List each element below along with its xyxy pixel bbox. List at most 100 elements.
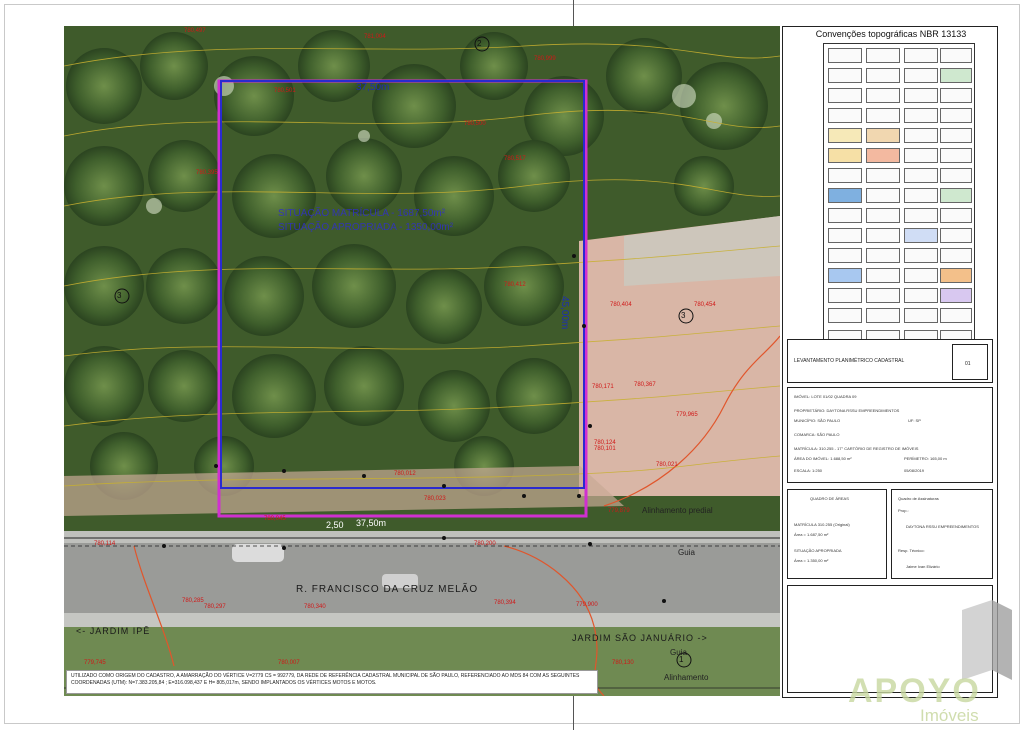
legend-symbol bbox=[904, 228, 938, 243]
alignment-label: Alinhamento predial bbox=[642, 506, 713, 515]
signatures-box: Quadro de Assinaturas Prop.: DAYTONA RSS… bbox=[891, 489, 993, 579]
survey-note: UTILIZADO COMO ORIGEM DO CADASTRO, A AMA… bbox=[66, 670, 598, 694]
elevation-label: 780,045 bbox=[264, 516, 286, 522]
property-municipio: MUNICÍPIO: SÃO PAULO bbox=[794, 418, 841, 423]
property-area: ÁREA DO IMÓVEL: 1.688,50 m² bbox=[794, 456, 852, 461]
legend-symbol bbox=[866, 128, 900, 143]
legend-symbol bbox=[904, 68, 938, 83]
plot-bottom-label: 37,50m bbox=[356, 518, 387, 528]
legend-symbol bbox=[828, 268, 862, 283]
area-label-apropriada: SITUAÇÃO APROPRIADA - 1350,00m² bbox=[278, 222, 454, 233]
aerial-map: 2 3 3 1 37,50m 37,50m 45,00m 2,50 SITUAÇ… bbox=[64, 26, 780, 696]
signatures-prop-label: Prop.: bbox=[898, 508, 909, 513]
legend-symbol bbox=[904, 108, 938, 123]
property-comarca: COMARCA: SÃO PAULO bbox=[794, 432, 840, 437]
legend-symbol bbox=[940, 288, 972, 303]
elevation-label: 780,395 bbox=[196, 170, 218, 176]
property-data: 05/08/2019 bbox=[904, 468, 925, 473]
legend-symbol bbox=[904, 148, 938, 163]
legend-symbol bbox=[940, 188, 972, 203]
elevation-label: 780,501 bbox=[274, 88, 296, 94]
marker-label: 3 bbox=[681, 311, 686, 320]
elevation-label: 780,517 bbox=[504, 156, 526, 162]
areas-box: QUADRO DE ÁREAS MATRÍCULA 310.255 (Origi… bbox=[787, 489, 887, 579]
legend-symbol bbox=[904, 248, 938, 263]
signatures-prop-name: DAYTONA RSSU EMPREENDIMENTOS bbox=[906, 524, 979, 529]
signatures-title: Quadro de Assinaturas bbox=[898, 496, 939, 501]
brand-sub: Imóveis bbox=[920, 706, 979, 725]
areas-apropriada-value: Área = 1.350,00 m² bbox=[794, 558, 829, 563]
signatures-tec-label: Resp. Técnico: bbox=[898, 548, 925, 553]
elevation-label: 780,394 bbox=[494, 600, 516, 606]
property-perimetro: PERÍMETRO: 165,00 m bbox=[904, 456, 947, 461]
title-box: LEVANTAMENTO PLANIMÉTRICO CADASTRAL 01 bbox=[787, 339, 993, 383]
legend-symbol bbox=[866, 268, 900, 283]
legend-symbol bbox=[904, 288, 938, 303]
legend-symbols bbox=[823, 43, 975, 357]
elevation-label: 780,454 bbox=[694, 302, 716, 308]
marker-label: 3 bbox=[117, 291, 122, 300]
elevation-label: 781,004 bbox=[364, 34, 386, 40]
elevation-label: 779,900 bbox=[576, 602, 598, 608]
legend-symbol bbox=[940, 68, 972, 83]
plot-width-label: 37,50m bbox=[356, 82, 390, 93]
document-title: LEVANTAMENTO PLANIMÉTRICO CADASTRAL bbox=[794, 358, 905, 364]
legend-symbol bbox=[828, 308, 862, 323]
guia-label-bottom: Guia bbox=[670, 648, 687, 657]
elevation-label: 780,114 bbox=[94, 541, 116, 547]
elevation-label: 779,965 bbox=[676, 412, 698, 418]
plot-side-label: 45,00m bbox=[559, 296, 570, 330]
legend-symbol bbox=[828, 48, 862, 63]
property-matricula: MATRÍCULA: 310.255 - 17° CARTÓRIO DE REG… bbox=[794, 446, 919, 451]
legend-symbol bbox=[940, 108, 972, 123]
signatures-tec-name: Jaime Ivan Elizário bbox=[906, 564, 940, 569]
elevation-label: 780,200 bbox=[474, 541, 496, 547]
elevation-label: 780,367 bbox=[634, 382, 656, 388]
legend-symbol bbox=[940, 148, 972, 163]
areas-matricula-value: Área = 1.687,50 m² bbox=[794, 532, 829, 537]
street-asphalt bbox=[64, 543, 780, 613]
elevation-label: 780,412 bbox=[504, 282, 526, 288]
legend-symbol bbox=[940, 128, 972, 143]
elevation-label: 780,171 bbox=[592, 384, 614, 390]
elevation-label: 780,007 bbox=[278, 660, 300, 666]
elevation-label: 780,101 bbox=[594, 446, 616, 452]
legend-symbol bbox=[940, 168, 972, 183]
elevation-label: 780,340 bbox=[304, 604, 326, 610]
areas-matricula-label: MATRÍCULA 310.255 (Original) bbox=[794, 522, 850, 527]
sheet-number-box: 01 bbox=[952, 344, 988, 380]
legend-symbol bbox=[828, 248, 862, 263]
legend-symbol bbox=[828, 128, 862, 143]
legend-symbol bbox=[828, 148, 862, 163]
sheet-number: 01 bbox=[965, 361, 971, 367]
neighborhood-right: JARDIM SÃO JANUÁRIO -> bbox=[572, 633, 708, 643]
neighborhood-left: <- JARDIM IPÊ bbox=[76, 626, 151, 636]
elevation-label: 779,745 bbox=[84, 660, 106, 666]
legend-symbol bbox=[904, 48, 938, 63]
legend-symbol bbox=[904, 208, 938, 223]
legend-symbol bbox=[828, 188, 862, 203]
legend-symbol bbox=[828, 208, 862, 223]
legend-symbol bbox=[904, 88, 938, 103]
elevation-label: 780,130 bbox=[612, 660, 634, 666]
legend-symbol bbox=[940, 208, 972, 223]
legend-symbol bbox=[866, 248, 900, 263]
legend-symbol bbox=[828, 288, 862, 303]
legend-symbol bbox=[866, 48, 900, 63]
areas-title: QUADRO DE ÁREAS bbox=[810, 496, 849, 501]
legend-symbol bbox=[866, 148, 900, 163]
legend-symbol bbox=[866, 308, 900, 323]
elevation-label: 780,497 bbox=[184, 28, 206, 34]
alignment-label-bottom: Alinhamento bbox=[664, 673, 709, 682]
areas-apropriada-label: SITUAÇÃO APROPRIADA bbox=[794, 548, 842, 553]
legend-symbol bbox=[866, 168, 900, 183]
legend-symbol bbox=[940, 228, 972, 243]
legend-symbol bbox=[828, 108, 862, 123]
elevation-label: 779,879 bbox=[608, 508, 630, 514]
legend-symbol bbox=[866, 228, 900, 243]
elevation-label: 780,285 bbox=[182, 598, 204, 604]
legend-symbol bbox=[828, 88, 862, 103]
legend-symbol bbox=[940, 48, 972, 63]
property-imovel: IMÓVEL: LOTE 01/02 QUADRA 09 bbox=[794, 394, 857, 399]
street-name: R. FRANCISCO DA CRUZ MELÃO bbox=[296, 584, 479, 595]
